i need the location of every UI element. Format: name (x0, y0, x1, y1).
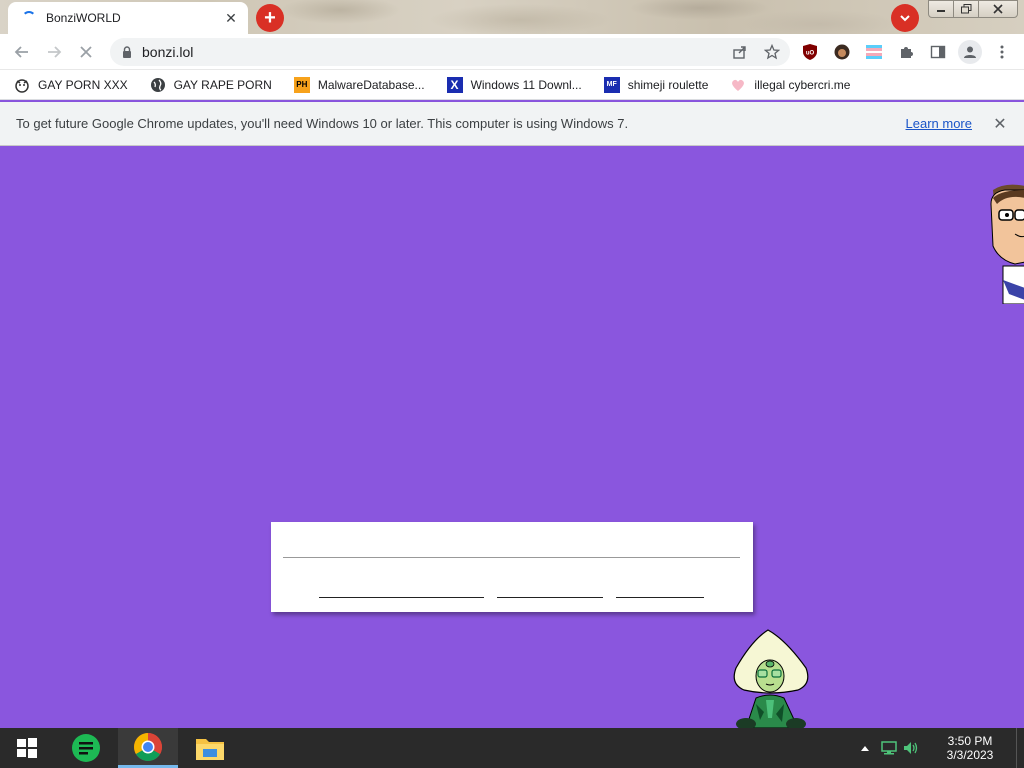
minimize-button[interactable] (928, 0, 954, 18)
system-tray (856, 728, 922, 768)
back-button[interactable] (10, 40, 34, 64)
bookmark-label: illegal cybercri.me (754, 77, 851, 92)
bookmark-label: Windows 11 Downl... (470, 77, 582, 92)
green-notes-app-icon (72, 734, 100, 762)
lock-icon (122, 46, 132, 58)
bookmark-star-button[interactable] (758, 40, 786, 64)
trans-flag-icon (866, 45, 882, 59)
chevron-up-icon (861, 746, 869, 751)
kebab-menu-icon (1000, 45, 1004, 59)
bookmark-item[interactable]: GAY RAPE PORN (146, 73, 276, 97)
share-icon (733, 46, 746, 59)
bookmark-item[interactable]: illegal cybercri.me (726, 73, 854, 97)
profile-icon (964, 46, 976, 58)
options-button[interactable] (616, 597, 704, 598)
room-button[interactable] (497, 597, 603, 598)
title-bar: BonziWORLD ✕ + (0, 0, 1024, 34)
loading-spinner-icon (22, 11, 36, 25)
avatar-extension-icon (834, 44, 850, 60)
browser-toolbar: bonzi.lol uO (0, 34, 1024, 70)
chrome-logo-icon (134, 732, 162, 761)
network-icon (881, 741, 897, 755)
update-infobar: To get future Google Chrome updates, you… (0, 102, 1024, 146)
new-tab-button[interactable]: + (256, 4, 284, 32)
bookmark-label: MalwareDatabase... (317, 77, 425, 92)
x-logo-icon: X (446, 76, 463, 93)
peridot-character (726, 628, 816, 728)
stop-x-icon (80, 46, 92, 58)
arrow-left-icon (14, 46, 28, 58)
window-close-button[interactable] (978, 0, 1018, 18)
clock-date: 3/3/2023 (946, 748, 994, 762)
ublock-origin-icon: uO (803, 44, 817, 60)
close-icon (993, 4, 1003, 14)
browser-tab[interactable]: BonziWORLD ✕ (8, 2, 248, 34)
minimize-icon (937, 10, 945, 12)
login-card (271, 522, 753, 612)
bookmark-item[interactable]: PH MalwareDatabase... (290, 73, 429, 97)
url-text[interactable]: bonzi.lol (142, 44, 726, 60)
restore-button[interactable] (953, 0, 979, 18)
bonzi-icon (14, 77, 30, 93)
taskbar-chrome-app[interactable] (118, 728, 178, 768)
volume-button[interactable] (900, 741, 922, 755)
star-icon (764, 44, 780, 60)
avatar-extension-button[interactable] (832, 42, 852, 62)
taskbar-file-explorer[interactable] (182, 728, 238, 768)
mf-icon: MF (603, 76, 620, 93)
show-desktop-button[interactable] (1016, 728, 1024, 768)
ublock-extension-button[interactable]: uO (800, 42, 820, 62)
bookmark-item[interactable]: X Windows 11 Downl... (443, 73, 586, 97)
windows-logo-icon (17, 738, 37, 758)
heart-icon (730, 77, 746, 93)
start-button[interactable] (0, 728, 54, 768)
forward-button[interactable] (42, 40, 66, 64)
infobar-message: To get future Google Chrome updates, you… (16, 116, 629, 131)
infobar-close-button[interactable]: ✕ (990, 114, 1010, 134)
svg-text:uO: uO (806, 51, 815, 57)
page-content (0, 146, 1024, 728)
network-button[interactable] (878, 741, 900, 755)
chevron-down-icon (900, 15, 910, 22)
taskbar-clock[interactable]: 3:50 PM 3/3/2023 (930, 734, 1010, 762)
address-bar[interactable]: bonzi.lol (110, 38, 790, 66)
learn-more-link[interactable]: Learn more (906, 116, 972, 131)
login-button[interactable] (319, 597, 484, 598)
bookmarks-bar: GAY PORN XXX GAY RAPE PORN PH MalwareDat… (0, 70, 1024, 100)
speaker-icon (904, 742, 918, 754)
extensions-button[interactable] (896, 42, 916, 62)
arrow-right-icon (48, 46, 62, 58)
globe-icon (150, 77, 166, 93)
show-hidden-icons-button[interactable] (856, 745, 874, 751)
share-button[interactable] (726, 40, 754, 64)
ph-icon: PH (293, 76, 310, 93)
bookmark-label: GAY RAPE PORN (173, 77, 272, 92)
name-input[interactable] (283, 557, 740, 558)
bookmark-item[interactable]: GAY PORN XXX (10, 73, 132, 97)
chrome-menu-button[interactable] (992, 42, 1012, 62)
bookmark-label: shimeji roulette (627, 77, 709, 92)
hank-hill-character (985, 184, 1024, 305)
profile-button[interactable] (958, 40, 982, 64)
taskbar-notes-app[interactable] (58, 728, 114, 768)
tab-close-button[interactable]: ✕ (222, 9, 240, 27)
windows-taskbar: 3:50 PM 3/3/2023 (0, 728, 1024, 768)
side-panel-icon (930, 45, 946, 59)
folder-icon (196, 739, 224, 760)
restore-icon (960, 4, 971, 14)
puzzle-icon (901, 47, 913, 58)
bookmark-item[interactable]: MF shimeji roulette (600, 73, 713, 97)
bookmark-label: GAY PORN XXX (38, 77, 128, 92)
side-panel-button[interactable] (928, 42, 948, 62)
stop-button[interactable] (74, 40, 98, 64)
tab-search-button[interactable] (891, 4, 919, 32)
tab-title: BonziWORLD (46, 11, 121, 25)
trans-flag-extension-button[interactable] (864, 42, 884, 62)
clock-time: 3:50 PM (947, 734, 993, 748)
